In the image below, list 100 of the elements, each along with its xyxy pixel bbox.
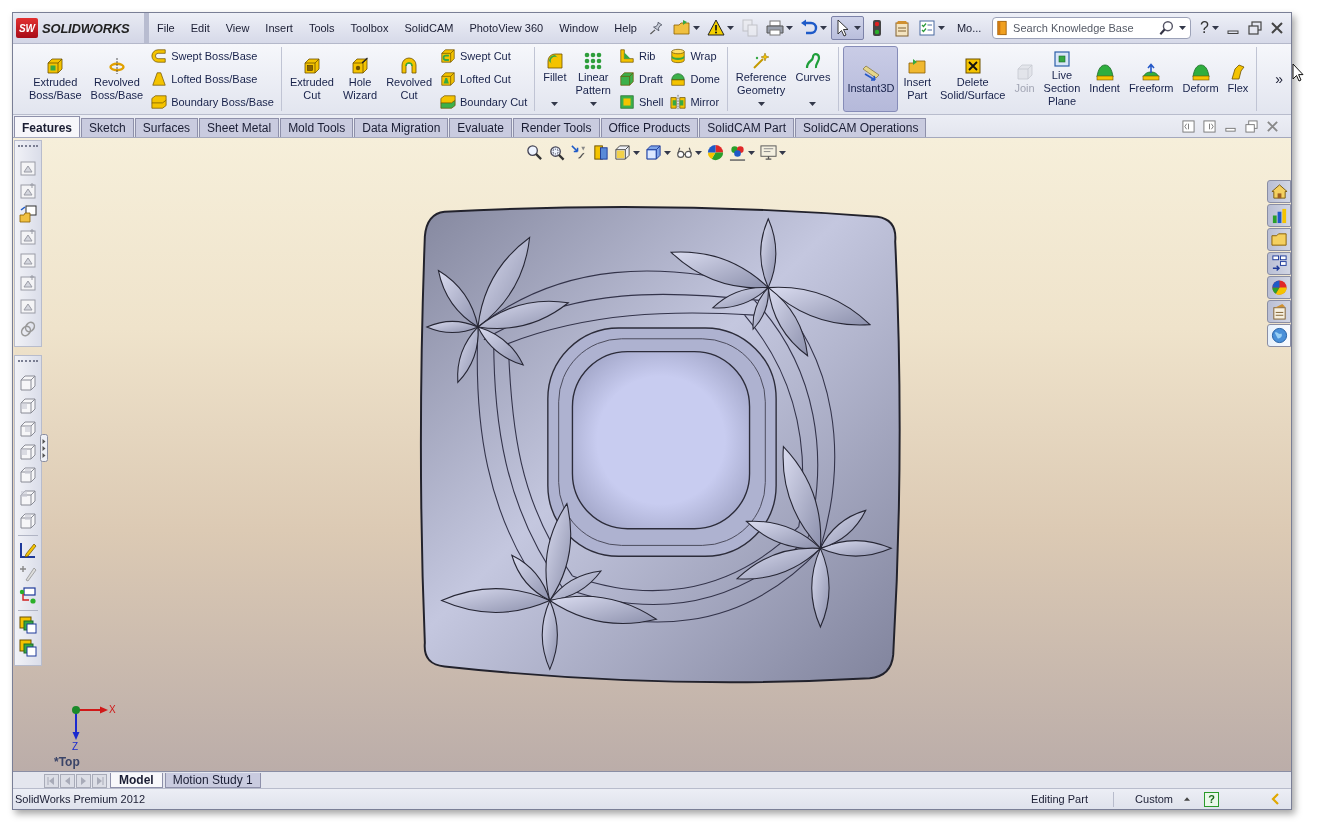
model-tab[interactable]: Motion Study 1 [164, 773, 261, 788]
stacked-squares-icon[interactable] [19, 616, 37, 634]
ribbon-tool[interactable]: Hole Wizard [338, 46, 382, 112]
menu-item[interactable]: Insert [257, 18, 301, 38]
overflow-button[interactable]: » [1271, 68, 1287, 90]
command-tab[interactable]: Features [14, 116, 81, 137]
ribbon-tool[interactable]: Boundary Cut [437, 90, 531, 114]
folder-frame-icon[interactable] [19, 205, 37, 223]
ribbon-tool[interactable]: Live Section Plane [1039, 46, 1085, 112]
expand-handle-icon[interactable] [40, 434, 48, 462]
ribbon-tool[interactable]: Wrap [667, 44, 723, 68]
task-pane-tab[interactable] [1267, 324, 1291, 347]
cube-icon[interactable] [645, 144, 662, 161]
search-field[interactable]: Search Knowledge Base [1011, 20, 1156, 36]
stacked-squares-icon[interactable] [19, 639, 37, 657]
ribbon-tool[interactable]: Draft [615, 67, 667, 91]
menu-item[interactable]: File [149, 18, 183, 38]
cube-icon[interactable] [614, 144, 631, 161]
restore-icon[interactable] [1247, 20, 1263, 36]
ribbon-tool[interactable]: Mirror [667, 90, 723, 114]
close-icon[interactable] [1269, 20, 1285, 36]
tile-icon[interactable] [1203, 119, 1216, 133]
cube-icon[interactable] [19, 397, 37, 415]
ribbon-tool[interactable]: Rib [615, 44, 667, 68]
frame-icon[interactable] [19, 182, 37, 200]
arrows-icon[interactable] [570, 144, 587, 161]
zoom-icon[interactable] [526, 144, 543, 161]
pushpin-icon[interactable] [648, 21, 662, 35]
command-tab[interactable]: SolidCAM Part [699, 118, 795, 137]
ribbon-tool[interactable]: Swept Cut [437, 44, 531, 68]
command-tab[interactable]: Office Products [600, 118, 699, 137]
menu-item[interactable]: SolidCAM [396, 18, 462, 38]
ribbon-tool[interactable]: Boundary Boss/Base [148, 90, 277, 114]
help-button[interactable]: ? [1204, 791, 1219, 807]
ribbon-tool[interactable]: Swept Boss/Base [148, 44, 277, 68]
ribbon-tool[interactable]: Fillet [539, 46, 571, 112]
frame-icon[interactable] [19, 251, 37, 269]
menu-item[interactable]: Edit [182, 18, 218, 38]
command-tab[interactable]: Evaluate [449, 118, 512, 137]
zoom-area-icon[interactable] [548, 144, 565, 161]
section-icon[interactable] [592, 144, 609, 161]
chain-icon[interactable] [19, 320, 37, 338]
ribbon-tool[interactable]: Indent [1085, 46, 1124, 112]
ribbon-tool[interactable]: Freeform [1124, 46, 1178, 112]
task-pane-tab[interactable] [1267, 252, 1291, 275]
plus-pencil-icon[interactable] [19, 564, 37, 582]
ribbon-tool[interactable]: Shell [615, 90, 667, 114]
cube-icon[interactable] [19, 512, 37, 530]
menu-item[interactable]: Window [551, 18, 607, 38]
ribbon-tool[interactable]: Revolved Cut [382, 46, 436, 112]
command-tab[interactable]: Surfaces [134, 118, 199, 137]
frame-icon[interactable] [19, 297, 37, 315]
restore-icon[interactable] [1245, 119, 1258, 133]
command-tab[interactable]: Sketch [81, 118, 134, 137]
search-icon[interactable] [1159, 20, 1176, 36]
ribbon-tool[interactable]: Lofted Cut [437, 67, 531, 91]
command-tab[interactable]: Render Tools [513, 118, 600, 137]
command-tab[interactable]: Sheet Metal [199, 118, 280, 137]
caret-up-icon[interactable] [1184, 797, 1190, 801]
search-box[interactable]: Search Knowledge Base [992, 17, 1192, 39]
command-tab[interactable]: SolidCAM Operations [795, 118, 927, 137]
units-button[interactable]: Custom [1132, 792, 1176, 806]
monitor-icon[interactable] [760, 144, 777, 161]
scene-icon[interactable] [729, 144, 746, 161]
frame-icon[interactable] [19, 159, 37, 177]
ribbon-tool[interactable]: Extruded Boss/Base [25, 46, 86, 112]
cube-icon[interactable] [19, 420, 37, 438]
ribbon-tool[interactable]: Insert Part [899, 46, 935, 112]
ribbon-tool[interactable]: Extruded Cut [285, 46, 338, 112]
cube-icon[interactable] [19, 443, 37, 461]
cube-icon[interactable] [19, 466, 37, 484]
toolbar-button[interactable] [830, 16, 864, 40]
pencil-ruler-icon[interactable] [19, 541, 37, 559]
help-button[interactable]: ? [1191, 18, 1212, 38]
ribbon-tool[interactable]: Revolved Boss/Base [86, 46, 148, 112]
task-pane-tab[interactable] [1267, 204, 1291, 227]
task-pane-tab[interactable] [1267, 276, 1291, 299]
command-tab[interactable]: Data Migration [354, 118, 449, 137]
ribbon-tool[interactable]: Dome [667, 67, 723, 91]
color-ball-icon[interactable] [707, 144, 724, 161]
ribbon-tool[interactable]: Deform [1178, 46, 1223, 112]
ribbon-tool[interactable]: Flex [1223, 46, 1253, 112]
ribbon-tool[interactable]: Delete Solid/Surface [936, 46, 1010, 112]
command-tab[interactable]: Mold Tools [280, 118, 354, 137]
frame-icon[interactable] [19, 274, 37, 292]
ribbon-tool[interactable]: Linear Pattern [571, 46, 615, 112]
ribbon-tool[interactable]: Curves [791, 46, 835, 112]
ribbon-tool[interactable]: Lofted Boss/Base [148, 67, 277, 91]
model-tab[interactable]: Model [110, 773, 163, 788]
menu-item[interactable]: Toolbox [342, 18, 397, 38]
ribbon-tool[interactable]: Reference Geometry [731, 46, 791, 112]
menu-item[interactable]: PhotoView 360 [461, 18, 552, 38]
cube-icon[interactable] [19, 374, 37, 392]
ribbon-tool[interactable]: Instant3D [843, 46, 899, 112]
menu-item[interactable]: Help [606, 18, 645, 38]
menu-item[interactable]: View [217, 18, 258, 38]
flow-icon[interactable] [19, 587, 37, 605]
cube-icon[interactable] [19, 489, 37, 507]
more-button[interactable]: Mo... [952, 19, 986, 37]
tile-icon[interactable] [1182, 119, 1195, 133]
